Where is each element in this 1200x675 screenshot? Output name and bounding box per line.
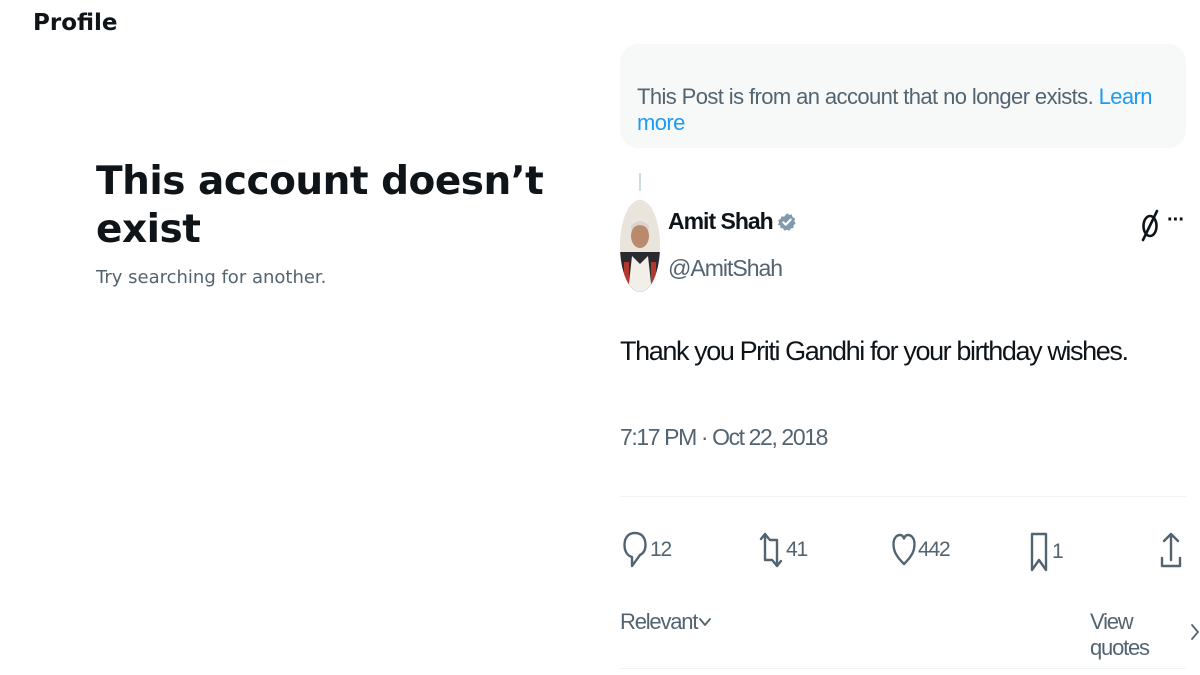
grok-icon[interactable] (1139, 208, 1161, 242)
repost-button[interactable]: 41 (758, 530, 808, 570)
bookmark-button[interactable]: 1 (1028, 530, 1064, 574)
reply-button[interactable]: 12 (622, 530, 672, 570)
reply-icon (622, 530, 648, 570)
chevron-right-icon (1190, 622, 1200, 648)
more-options-icon[interactable]: ··· (1167, 209, 1185, 232)
like-button[interactable]: 442 (892, 530, 951, 570)
author-name-text: Amit Shah (668, 208, 774, 234)
bookmark-count: 1 (1052, 540, 1064, 563)
avatar-image (620, 200, 660, 292)
reply-count: 12 (650, 538, 672, 561)
repost-icon (758, 530, 784, 570)
page-title: Profile (33, 10, 118, 36)
heart-icon (892, 530, 916, 570)
divider (620, 668, 1186, 669)
share-button[interactable] (1159, 530, 1183, 572)
verified-badge-icon (777, 212, 797, 232)
deleted-account-notice: This Post is from an account that no lon… (620, 44, 1186, 148)
author-handle[interactable]: @AmitShah (668, 255, 783, 282)
repost-count: 41 (786, 538, 808, 561)
bookmark-icon (1028, 530, 1050, 574)
sort-replies-dropdown[interactable]: Relevant (620, 609, 712, 635)
sort-label: Relevant (620, 609, 698, 634)
view-quotes-link[interactable]: View quotes (1090, 609, 1200, 661)
share-icon (1159, 530, 1183, 572)
avatar[interactable] (620, 200, 660, 292)
like-count: 442 (918, 538, 951, 561)
notice-text: This Post is from an account that no lon… (637, 84, 1099, 109)
post-text: Thank you Priti Gandhi for your birthday… (620, 336, 1129, 366)
thread-connector (639, 173, 641, 191)
view-quotes-label: View quotes (1090, 609, 1150, 660)
chevron-down-icon (699, 609, 712, 635)
missing-account-heading: This account doesn’t exist (96, 159, 544, 252)
post-timestamp[interactable]: 7:17 PM · Oct 22, 2018 (620, 424, 828, 451)
missing-account-subtext: Try searching for another. (96, 267, 327, 288)
divider (620, 496, 1186, 497)
author-name[interactable]: Amit Shah (668, 208, 797, 235)
